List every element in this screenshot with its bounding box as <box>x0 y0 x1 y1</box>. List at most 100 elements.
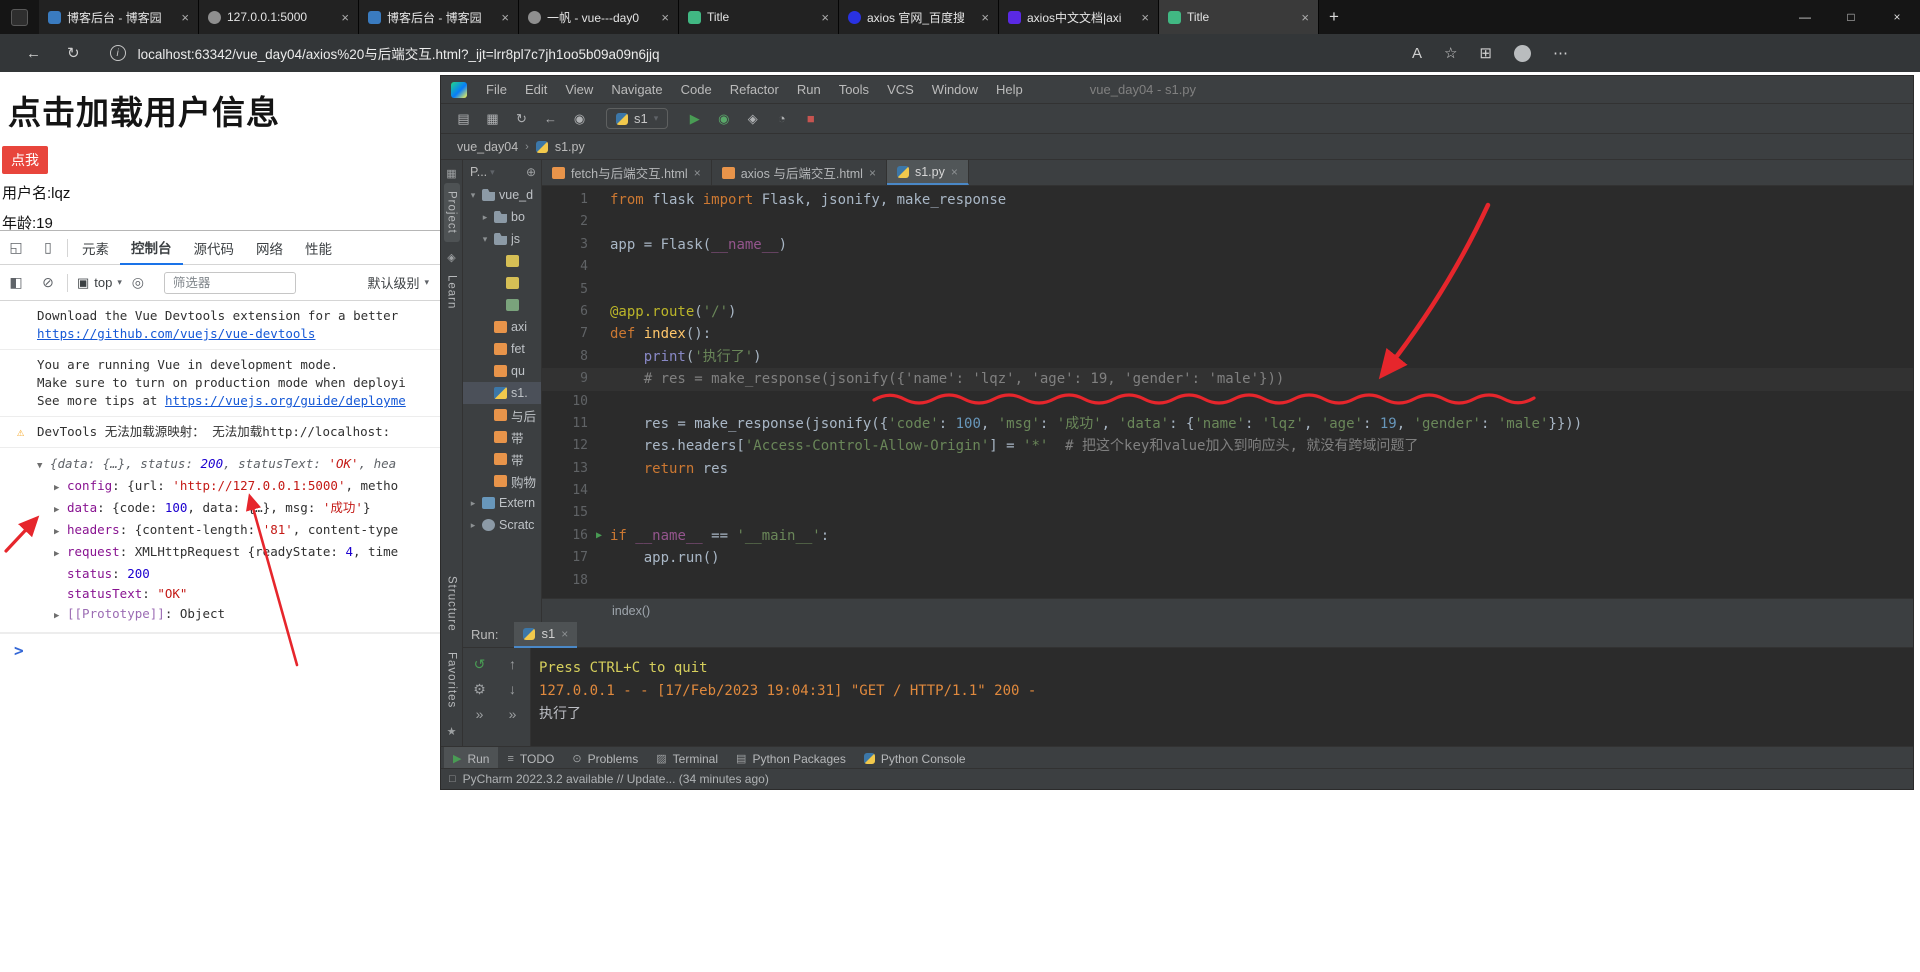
devtools-tab-3[interactable]: 网络 <box>245 231 294 265</box>
context-selector[interactable]: ▣ top ▾ <box>77 275 122 291</box>
code-line[interactable]: 12 res.headers['Access-Control-Allow-Ori… <box>542 435 1913 457</box>
project-tree-item[interactable]: s1. <box>463 382 541 404</box>
project-tree-item[interactable]: ▸ bo <box>463 206 541 228</box>
tree-toggle-icon[interactable]: ▾ <box>480 234 490 245</box>
project-panel-header[interactable]: P... ▾ ⊕ <box>463 160 541 184</box>
breadcrumb-item[interactable]: s1.py <box>555 140 585 154</box>
tab-close-icon[interactable]: × <box>181 10 189 25</box>
console-object-row[interactable]: status: 200 <box>0 564 437 584</box>
project-tree-item[interactable]: 与后 <box>463 404 541 426</box>
menu-vcs[interactable]: VCS <box>878 82 923 97</box>
tab-close-icon[interactable]: × <box>951 165 958 179</box>
menu-file[interactable]: File <box>477 82 516 97</box>
project-tree-item[interactable]: axi <box>463 316 541 338</box>
browser-tab[interactable]: axios 官网_百度搜 × <box>839 0 999 34</box>
project-tree-item[interactable]: fet <box>463 338 541 360</box>
run-tab[interactable]: s1 × <box>514 621 578 648</box>
star-icon[interactable]: ★ <box>447 725 457 738</box>
back-icon[interactable]: ← <box>26 45 41 62</box>
device-toolbar-icon[interactable]: ▯ <box>32 239 64 256</box>
project-tree-item[interactable]: 购物 <box>463 470 541 492</box>
menu-view[interactable]: View <box>556 82 602 97</box>
console-prompt[interactable]: > <box>0 633 441 661</box>
code-line[interactable]: 14 <box>542 480 1913 502</box>
tool-button-favorites[interactable]: Favorites <box>444 644 460 716</box>
code-line[interactable]: 13 return res <box>542 458 1913 480</box>
menu-run[interactable]: Run <box>788 82 830 97</box>
more-menu-icon[interactable]: ⋯ <box>1553 44 1568 62</box>
user-icon[interactable]: ◉ <box>565 111 594 127</box>
project-tree-item[interactable]: ▾ js <box>463 228 541 250</box>
tree-toggle-icon[interactable]: ▸ <box>480 212 490 223</box>
console-object-row[interactable]: ▶ request: XMLHttpRequest {readyState: 4,… <box>0 542 437 564</box>
browser-tab[interactable]: 一帆 - vue---day0 × <box>519 0 679 34</box>
console-object-row[interactable]: ▶ [[Prototype]]: Object <box>0 604 437 626</box>
breadcrumb-item[interactable]: vue_day04 <box>457 140 518 154</box>
menu-navigate[interactable]: Navigate <box>602 82 671 97</box>
console-object-row[interactable]: ▶ headers: {content-length: '81', content… <box>0 520 437 542</box>
tool-button-python-packages[interactable]: ▤ Python Packages <box>727 747 855 771</box>
tree-toggle-icon[interactable]: ▾ <box>468 190 478 201</box>
run-line-icon[interactable]: ▶ <box>588 525 610 547</box>
load-user-button[interactable]: 点我 <box>2 146 48 174</box>
maximize-button[interactable]: □ <box>1828 0 1874 34</box>
project-tree-item[interactable]: 带 <box>463 426 541 448</box>
project-tree-item[interactable]: ▸ Extern <box>463 492 541 514</box>
editor-tab[interactable]: s1.py × <box>886 160 969 185</box>
browser-tab[interactable]: 博客后台 - 博客园 × <box>39 0 199 34</box>
code-line[interactable]: 1 from flask import Flask, jsonify, make_… <box>542 189 1913 211</box>
profile-avatar[interactable] <box>1514 44 1531 62</box>
disclosure-triangle-icon[interactable]: ▼ <box>37 456 50 476</box>
tab-close-icon[interactable]: × <box>561 627 568 641</box>
minimize-button[interactable]: — <box>1782 0 1828 34</box>
project-tree-item[interactable] <box>463 250 541 272</box>
menu-window[interactable]: Window <box>923 82 987 97</box>
code-line[interactable]: 6 @app.route('/') <box>542 301 1913 323</box>
rerun-icon[interactable]: ↺ <box>463 656 496 681</box>
code-line[interactable]: 8 print('执行了') <box>542 346 1913 368</box>
console-link[interactable]: https://vuejs.org/guide/deployme <box>165 393 406 408</box>
close-button[interactable]: × <box>1874 0 1920 34</box>
tool-button-run[interactable]: ▶ Run <box>444 746 499 771</box>
editor-tab[interactable]: axios 与后端交互.html × <box>712 160 887 185</box>
devtools-tab-2[interactable]: 源代码 <box>183 231 246 265</box>
disclosure-triangle-icon[interactable]: ▶ <box>54 500 67 520</box>
code-line[interactable]: 9 # res = make_response(jsonify({'name':… <box>542 368 1913 391</box>
new-tab-button[interactable]: + <box>1329 7 1339 27</box>
clear-console-icon[interactable]: ⊘ <box>32 274 64 291</box>
open-icon[interactable]: ▤ <box>449 111 478 127</box>
collections-icon[interactable]: ⊞ <box>1479 44 1492 62</box>
tab-close-icon[interactable]: × <box>1301 10 1309 25</box>
tab-close-icon[interactable]: × <box>501 10 509 25</box>
tool-button-project[interactable]: Project <box>443 183 460 242</box>
tab-close-icon[interactable]: × <box>1141 10 1149 25</box>
disclosure-triangle-icon[interactable]: ▶ <box>54 478 67 498</box>
tab-close-icon[interactable]: × <box>661 10 669 25</box>
run-icon[interactable]: ▶ <box>680 111 709 127</box>
console-object-row[interactable]: statusText: "OK" <box>0 584 437 604</box>
code-line[interactable]: 15 <box>542 502 1913 524</box>
menu-code[interactable]: Code <box>672 82 721 97</box>
console-object-row[interactable]: ▶ data: {code: 100, data: {…}, msg: '成功'} <box>0 498 437 520</box>
tool-button-structure[interactable]: Structure <box>444 568 460 640</box>
tab-close-icon[interactable]: × <box>869 166 876 180</box>
back-icon[interactable]: ← <box>536 111 565 127</box>
console-object-row[interactable]: ▼ {data: {…}, status: 200, statusText: 'O… <box>0 454 437 476</box>
tab-close-icon[interactable]: × <box>694 166 701 180</box>
console-sidebar-icon[interactable]: ◧ <box>0 274 32 291</box>
code-line[interactable]: 3 app = Flask(__name__) <box>542 234 1913 256</box>
tool-button-terminal[interactable]: ▨ Terminal <box>647 747 727 771</box>
stop-icon[interactable]: ■ <box>796 111 825 127</box>
code-line[interactable]: 5 <box>542 279 1913 301</box>
sync-icon[interactable]: ↻ <box>507 111 536 127</box>
code-line[interactable]: 7 def index(): <box>542 323 1913 345</box>
browser-tab[interactable]: 127.0.0.1:5000 × <box>199 0 359 34</box>
code-line[interactable]: 11 res = make_response(jsonify({'code': … <box>542 413 1913 435</box>
window-app-icon[interactable] <box>11 8 28 26</box>
devtools-tab-1[interactable]: 控制台 <box>120 231 183 265</box>
tool-button-problems[interactable]: ⊙ Problems <box>563 747 647 771</box>
project-tree-item[interactable]: qu <box>463 360 541 382</box>
editor-tab[interactable]: fetch与后端交互.html × <box>542 160 712 185</box>
menu-refactor[interactable]: Refactor <box>721 82 788 97</box>
tab-close-icon[interactable]: × <box>981 10 989 25</box>
